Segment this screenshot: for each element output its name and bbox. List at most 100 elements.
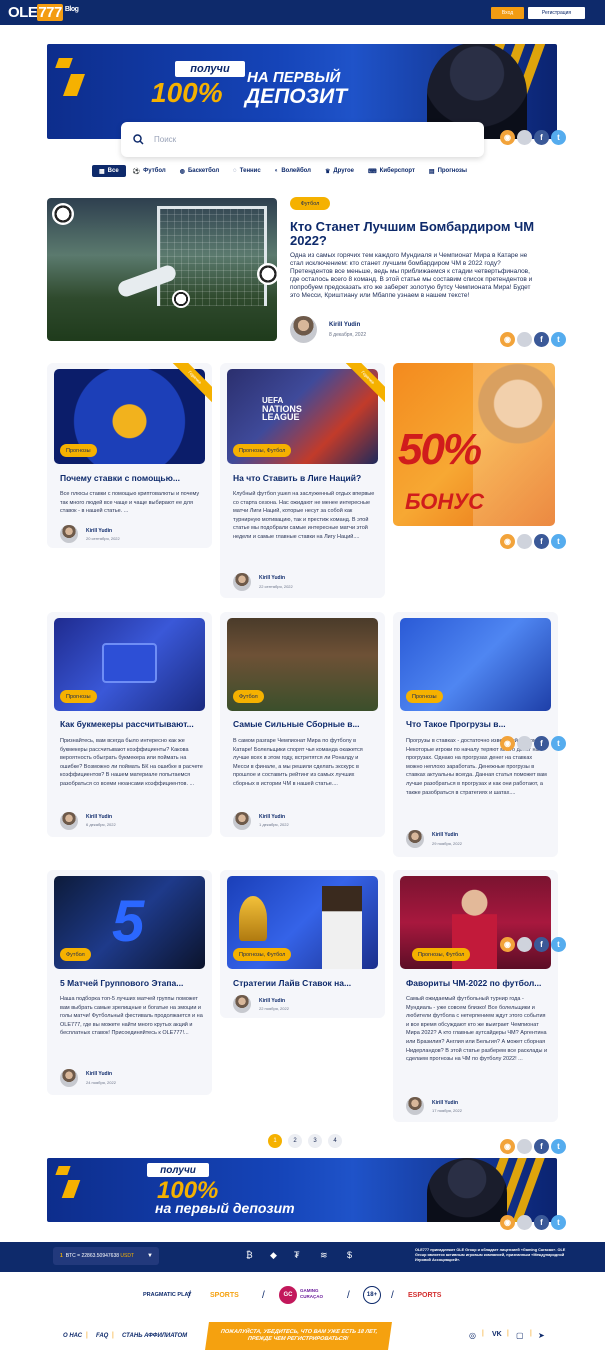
search-input[interactable]: Поиск bbox=[121, 122, 484, 157]
tab-other[interactable]: ♛ Другое bbox=[318, 165, 361, 177]
card-title[interactable]: Самые Сильные Сборные в... bbox=[233, 719, 378, 729]
license-text: OLE777 принадлежит OLE Group и обладает … bbox=[415, 1248, 566, 1262]
uefa-nations-league-logo: UEFA NATIONS LEAGUE bbox=[262, 396, 302, 422]
bonus-banner[interactable]: 50% БОНУС bbox=[393, 363, 555, 526]
category-tabs: ▦ Все ⚽ Футбол ◍ Баскетбол ◌ Теннис ◐ Волейбо… bbox=[92, 165, 474, 177]
twitter-icon[interactable]: t bbox=[551, 332, 566, 347]
hero-author[interactable]: Kirill Yudin bbox=[329, 322, 360, 328]
card-title[interactable]: Что Такое Прогрузы в... bbox=[406, 719, 551, 729]
twitter-icon[interactable]: t bbox=[551, 1215, 566, 1230]
tab-football[interactable]: ⚽ Футбол bbox=[126, 165, 173, 177]
tab-all[interactable]: ▦ Все bbox=[92, 165, 126, 177]
share-icon[interactable] bbox=[517, 332, 532, 347]
banner-line2: ДЕПОЗИТ bbox=[245, 85, 348, 108]
share-icon[interactable] bbox=[517, 534, 532, 549]
avatar bbox=[406, 830, 424, 848]
card-author[interactable]: Kirill Yudin bbox=[259, 575, 285, 581]
card-author[interactable]: Kirill Yudin bbox=[432, 1100, 458, 1106]
page-4-button[interactable]: 4 bbox=[328, 1134, 342, 1148]
bitcoin-icon[interactable]: ₿ bbox=[246, 1250, 253, 1260]
dollar-icon[interactable]: $ bbox=[347, 1250, 352, 1260]
twitter-icon[interactable]: t bbox=[551, 1139, 566, 1154]
rss-icon[interactable]: ◉ bbox=[500, 937, 515, 952]
card-category-badge[interactable]: Прогнозы bbox=[60, 690, 97, 703]
facebook-icon[interactable]: f bbox=[534, 937, 549, 952]
twitter-icon[interactable]: t bbox=[551, 130, 566, 145]
page-1-button[interactable]: 1 bbox=[268, 1134, 282, 1148]
ethereum-icon[interactable]: ◆ bbox=[270, 1250, 277, 1261]
card-author[interactable]: Kirill Yudin bbox=[86, 1071, 112, 1077]
page-3-button[interactable]: 3 bbox=[308, 1134, 322, 1148]
footer-link-affiliate[interactable]: СТАНЬ АФФИЛИАТОМ bbox=[122, 1333, 187, 1339]
card-category-badge[interactable]: Прогнозы bbox=[60, 444, 97, 457]
facebook-icon[interactable]: f bbox=[534, 332, 549, 347]
tab-basketball[interactable]: ◍ Баскетбол bbox=[173, 165, 226, 177]
twitter-icon[interactable]: t bbox=[551, 937, 566, 952]
hero-category-badge[interactable]: Футбол bbox=[290, 197, 330, 210]
card-title[interactable]: Стратегии Лайв Ставок на... bbox=[233, 978, 378, 988]
facebook-icon[interactable]: f bbox=[534, 1215, 549, 1230]
litecoin-icon[interactable]: ≋ bbox=[320, 1250, 328, 1261]
footer-link-about[interactable]: О НАС bbox=[63, 1333, 82, 1339]
card-category-badge[interactable]: Футбол bbox=[60, 948, 91, 961]
rss-icon[interactable]: ◉ bbox=[500, 130, 515, 145]
card-category-badge[interactable]: Прогнозы, Футбол bbox=[233, 948, 292, 961]
separator: | bbox=[86, 1332, 88, 1339]
social-share-group: ◉ f t bbox=[500, 130, 566, 145]
card-category-badge[interactable]: Прогнозы, Футбол bbox=[233, 444, 292, 457]
promo-banner-bottom[interactable]: получи 100% на первый депозит bbox=[47, 1158, 557, 1222]
facebook-icon[interactable]: f bbox=[534, 736, 549, 751]
rss-icon[interactable]: ◉ bbox=[500, 332, 515, 347]
rss-icon[interactable]: ◉ bbox=[500, 736, 515, 751]
card-title[interactable]: Почему ставки с помощью... bbox=[60, 473, 205, 483]
facebook-icon[interactable]: f bbox=[534, 1139, 549, 1154]
social-share-group: ◉ f t bbox=[500, 1215, 566, 1230]
tether-icon[interactable]: ₮ bbox=[294, 1250, 300, 1260]
tab-tennis[interactable]: ◌ Теннис bbox=[226, 165, 268, 177]
page-2-button[interactable]: 2 bbox=[288, 1134, 302, 1148]
card-author[interactable]: Kirill Yudin bbox=[259, 814, 285, 820]
rss-icon[interactable]: ◉ bbox=[500, 534, 515, 549]
rss-icon[interactable]: ◉ bbox=[500, 1215, 515, 1230]
share-icon[interactable] bbox=[517, 130, 532, 145]
share-icon[interactable] bbox=[517, 1215, 532, 1230]
twitter-icon[interactable]: t bbox=[551, 736, 566, 751]
card-category-badge[interactable]: Прогнозы bbox=[406, 690, 443, 703]
site-logo[interactable]: OLE777 Blog bbox=[8, 4, 79, 21]
login-button[interactable]: Вход bbox=[491, 7, 524, 19]
vk-icon[interactable]: VK bbox=[492, 1331, 502, 1338]
card-author[interactable]: Kirill Yudin bbox=[259, 998, 285, 1004]
tab-forecasts[interactable]: ▤ Прогнозы bbox=[422, 165, 474, 177]
btc-rate-value: BTC = 22863.50947638 bbox=[65, 1253, 120, 1259]
card-title[interactable]: Фавориты ЧМ-2022 по футбол... bbox=[406, 978, 551, 988]
card-category-badge[interactable]: Футбол bbox=[233, 690, 264, 703]
card-title[interactable]: 5 Матчей Группового Этапа... bbox=[60, 978, 205, 988]
whatsapp-icon[interactable]: ◎ bbox=[469, 1331, 476, 1340]
share-icon[interactable] bbox=[517, 1139, 532, 1154]
card-title[interactable]: На что Ставить в Лиге Наций? bbox=[233, 473, 378, 483]
card-category-badge[interactable]: Прогнозы, Футбол bbox=[412, 948, 471, 961]
instagram-icon[interactable]: ▢ bbox=[516, 1331, 524, 1340]
share-icon[interactable] bbox=[517, 736, 532, 751]
card-title[interactable]: Как букмекеры рассчитывают... bbox=[60, 719, 205, 729]
register-button[interactable]: Регистрация bbox=[528, 7, 585, 19]
twitter-icon[interactable]: t bbox=[551, 534, 566, 549]
rss-icon[interactable]: ◉ bbox=[500, 1139, 515, 1154]
hot-ribbon: Горячее bbox=[341, 363, 385, 407]
card-author[interactable]: Kirill Yudin bbox=[86, 814, 112, 820]
card-author[interactable]: Kirill Yudin bbox=[432, 832, 458, 838]
banner-pill: получи bbox=[147, 1163, 209, 1177]
telegram-icon[interactable]: ➤ bbox=[538, 1331, 545, 1340]
hero-article-image[interactable] bbox=[47, 198, 277, 341]
avatar bbox=[60, 1069, 78, 1087]
facebook-icon[interactable]: f bbox=[534, 130, 549, 145]
share-icon[interactable] bbox=[517, 937, 532, 952]
footer-link-faq[interactable]: FAQ bbox=[96, 1333, 108, 1339]
avatar bbox=[406, 1097, 424, 1115]
hero-title[interactable]: Кто Станет Лучшим Бомбардиром ЧМ 2022? bbox=[290, 220, 545, 248]
tab-esports[interactable]: ⌨ Киберспорт bbox=[361, 165, 422, 177]
card-author[interactable]: Kirill Yudin bbox=[86, 528, 112, 534]
btc-rate-select[interactable]: 1 BTC = 22863.50947638 USDT ▼ bbox=[53, 1247, 159, 1265]
tab-volleyball[interactable]: ◐ Волейбол bbox=[268, 165, 318, 177]
facebook-icon[interactable]: f bbox=[534, 534, 549, 549]
